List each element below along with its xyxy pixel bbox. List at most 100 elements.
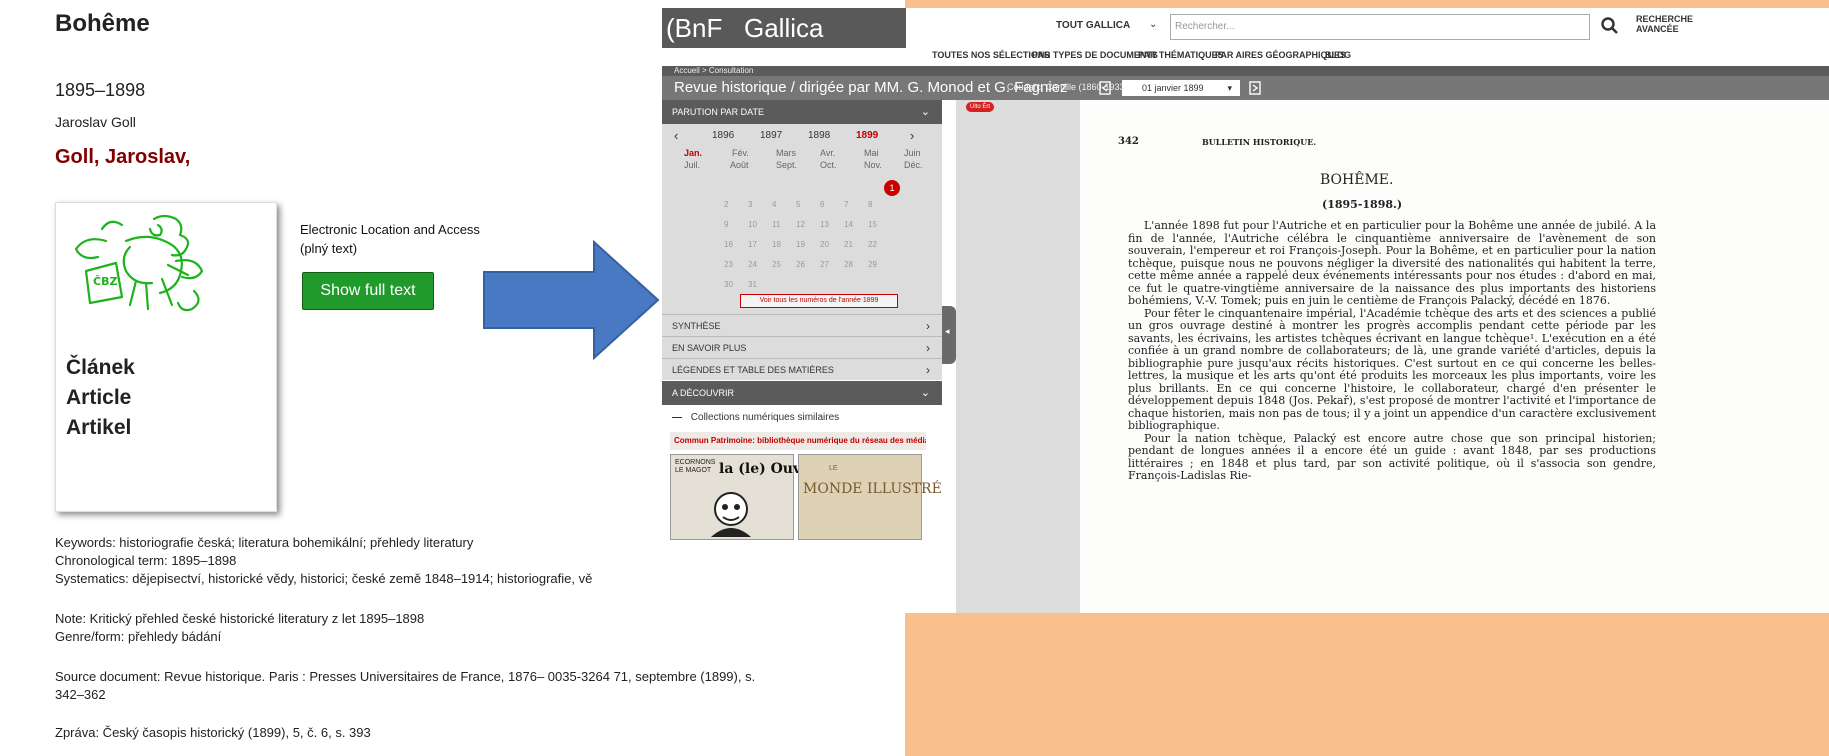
commun-patrimoine-label: Commun Patrimoine: bibliothèque numériqu… xyxy=(674,436,926,445)
nav-blog[interactable]: BLOG xyxy=(1325,50,1351,60)
month-mar[interactable]: Mars xyxy=(776,148,796,158)
year-1896[interactable]: 1896 xyxy=(712,130,734,141)
cover-line-english: Article xyxy=(66,386,132,409)
calendar-day[interactable]: 10 xyxy=(748,220,757,229)
page-number: 342 xyxy=(1118,136,1139,147)
calendar-day[interactable]: 27 xyxy=(820,260,829,269)
collection-thumb-ouvriere[interactable]: ECORNONS LE MAGOT la (le) Ouvrière xyxy=(670,454,839,540)
calendar-day[interactable]: 11 xyxy=(772,220,780,229)
collections-row[interactable]: — Collections numériques similaires xyxy=(672,412,839,423)
page-paragraph: Pour fêter le cinquantenaire impérial, l… xyxy=(1128,306,1657,432)
commun-patrimoine-banner[interactable]: Commun Patrimoine: bibliothèque numériqu… xyxy=(670,432,926,450)
month-aug[interactable]: Août xyxy=(730,160,749,170)
lion-logo-icon: ČBZ xyxy=(74,214,204,312)
next-issue-icon[interactable] xyxy=(1249,81,1261,95)
next-year-icon[interactable]: › xyxy=(910,128,914,143)
gallica-sidebar: PARUTION PAR DATE ⌄ ‹ 1896 1897 1898 189… xyxy=(662,100,942,613)
month-may[interactable]: Mai xyxy=(864,148,879,158)
month-nov[interactable]: Nov. xyxy=(864,160,882,170)
a-decouvrir-header[interactable]: A DÉCOUVRIR ⌄ xyxy=(662,381,942,405)
parution-label: PARUTION PAR DATE xyxy=(672,107,765,117)
calendar-day[interactable]: 21 xyxy=(844,240,853,249)
calendar-day[interactable]: 12 xyxy=(796,220,805,229)
calendar-day[interactable]: 4 xyxy=(772,200,776,209)
synthese-label: SYNTHÈSE xyxy=(672,321,721,331)
calendar-day[interactable]: 30 xyxy=(724,280,733,289)
month-apr[interactable]: Avr. xyxy=(820,148,835,158)
sidebar-collapse-handle[interactable]: ◂ xyxy=(942,306,956,364)
tag-badge[interactable]: Ulto Ért xyxy=(966,102,995,112)
issue-date-select[interactable]: 01 janvier 1899 ▾ xyxy=(1122,80,1240,96)
page-body: L'année 1898 fut pour l'Autriche et en p… xyxy=(1128,219,1657,483)
search-input[interactable]: Rechercher... xyxy=(1170,14,1590,40)
calendar-day[interactable]: 26 xyxy=(796,260,805,269)
calendar-day[interactable]: 23 xyxy=(724,260,733,269)
advanced-search-link[interactable]: RECHERCHE AVANCÉE xyxy=(1636,14,1696,34)
parution-header[interactable]: PARUTION PAR DATE ⌄ xyxy=(662,100,942,124)
month-oct[interactable]: Oct. xyxy=(820,160,837,170)
calendar-day[interactable]: 19 xyxy=(796,240,805,249)
calendar-day[interactable]: 28 xyxy=(844,260,853,269)
year-1897[interactable]: 1897 xyxy=(760,130,782,141)
page-running-head: BULLETIN HISTORIQUE. xyxy=(1202,137,1317,147)
record-title: Bohême xyxy=(55,10,150,37)
collection-thumb-monde-illustre[interactable]: LE MONDE ILLUSTRÉ xyxy=(798,454,942,540)
calendar-day[interactable]: 25 xyxy=(772,260,781,269)
month-jan[interactable]: Jan. xyxy=(684,148,702,158)
month-dec[interactable]: Déc. xyxy=(904,160,923,170)
chevron-down-icon[interactable]: ⌄ xyxy=(1149,19,1157,30)
page-paragraph: L'année 1898 fut pour l'Autriche et en p… xyxy=(1128,219,1656,307)
calendar-day[interactable]: 24 xyxy=(748,260,757,269)
calendar-day[interactable]: 14 xyxy=(844,220,853,229)
calendar-day[interactable]: 8 xyxy=(868,200,872,209)
year-1898[interactable]: 1898 xyxy=(808,130,830,141)
calendar-day[interactable]: 9 xyxy=(724,220,728,229)
day-selected[interactable]: 1 xyxy=(884,180,900,196)
calendar-day[interactable]: 16 xyxy=(724,240,733,249)
chronological-line: Chronological term: 1895–1898 xyxy=(55,553,237,568)
source-pages: 342–362 xyxy=(55,687,106,702)
cover-text: Článek Article Artikel xyxy=(66,353,135,443)
breadcrumb[interactable]: Accueil > Consultation xyxy=(662,66,1829,76)
calendar-day[interactable]: 20 xyxy=(820,240,829,249)
ela-label: Electronic Location and Access xyxy=(300,222,480,237)
genre-line: Genre/form: přehledy bádání xyxy=(55,629,222,644)
section-synthese[interactable]: SYNTHÈSE › xyxy=(662,314,942,336)
record-years: 1895–1898 xyxy=(55,80,146,100)
calendar-day[interactable]: 18 xyxy=(772,240,781,249)
calendar-day[interactable]: 5 xyxy=(796,200,800,209)
calendar-day[interactable]: 3 xyxy=(748,200,752,209)
show-full-text-button[interactable]: Show full text xyxy=(302,272,434,310)
all-issues-link[interactable]: Voir tous les numéros de l'année 1899 xyxy=(740,294,898,308)
issue-date-value: 01 janvier 1899 xyxy=(1142,83,1204,93)
cover-logo-text: ČBZ xyxy=(93,275,117,288)
calendar-day[interactable]: 31 xyxy=(748,280,757,289)
section-legendes[interactable]: LÉGENDES ET TABLE DES MATIÈRES › xyxy=(662,358,942,380)
calendar-day[interactable]: 15 xyxy=(868,220,877,229)
page-paragraph: Pour la nation tchèque, Palacký est enco… xyxy=(1128,431,1656,482)
year-1899[interactable]: 1899 xyxy=(856,130,878,141)
calendar-day[interactable]: 13 xyxy=(820,220,829,229)
calendar-day[interactable]: 29 xyxy=(868,260,877,269)
calendar-day[interactable]: 7 xyxy=(844,200,848,209)
month-jul[interactable]: Juil. xyxy=(684,160,700,170)
calendar-day[interactable]: 17 xyxy=(748,240,757,249)
cover-line-czech: Článek xyxy=(66,356,135,379)
nav-themes[interactable]: PAR THÉMATIQUES xyxy=(1138,50,1224,60)
calendar-day[interactable]: 2 xyxy=(724,200,728,209)
prev-year-icon[interactable]: ‹ xyxy=(674,128,678,143)
all-issues-label: Voir tous les numéros de l'année 1899 xyxy=(759,297,879,304)
gallica-logo[interactable]: (BnF Gallica xyxy=(662,8,906,48)
calendar-day[interactable]: 22 xyxy=(868,240,877,249)
note-line: Note: Kritický přehled české historické … xyxy=(55,611,425,626)
en-savoir-plus-label: EN SAVOIR PLUS xyxy=(672,343,747,353)
month-sep[interactable]: Sept. xyxy=(776,160,797,170)
record-author: Jaroslav Goll xyxy=(55,114,136,130)
section-en-savoir-plus[interactable]: EN SAVOIR PLUS › xyxy=(662,336,942,358)
month-jun[interactable]: Juin xyxy=(904,148,921,158)
search-scope-select[interactable]: TOUT GALLICA xyxy=(1056,20,1130,31)
calendar-day[interactable]: 6 xyxy=(820,200,824,209)
month-feb[interactable]: Fév. xyxy=(732,148,749,158)
search-icon[interactable] xyxy=(1600,14,1620,38)
previous-issue-icon[interactable] xyxy=(1099,81,1111,95)
